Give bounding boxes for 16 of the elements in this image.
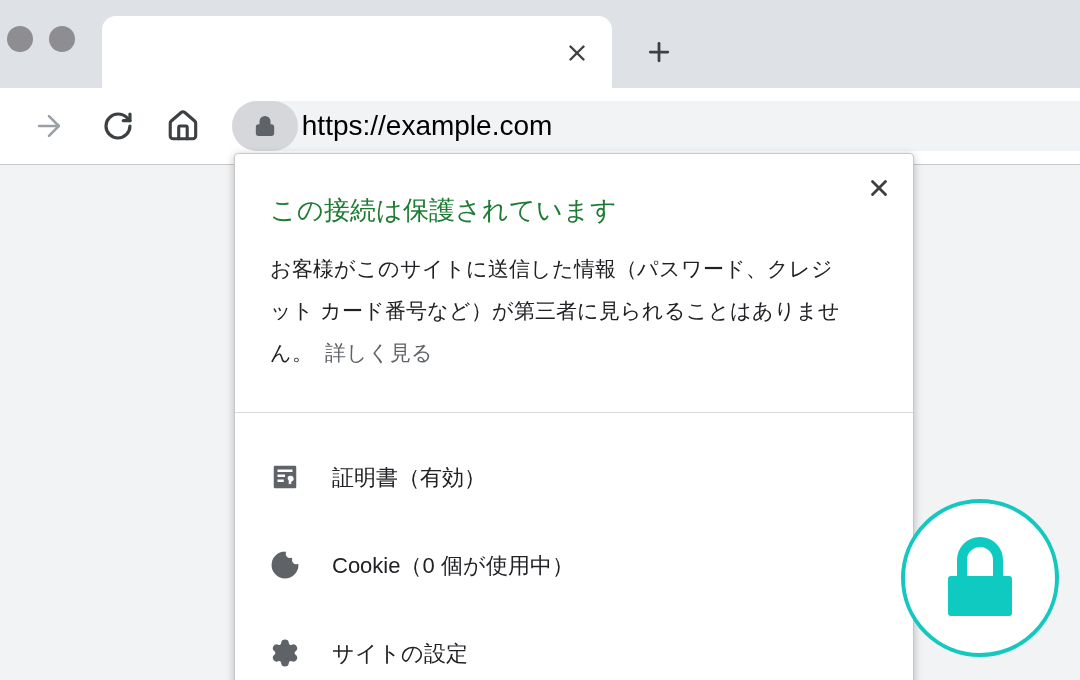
menu-item-label: サイトの設定 xyxy=(332,639,468,668)
security-message: お客様がこのサイトに送信した情報（パスワード、クレジット カード番号など）が第三者に見られることはありません。 詳しく見る xyxy=(270,256,841,366)
popup-menu-item[interactable]: サイトの設定 xyxy=(235,609,484,680)
lock-icon xyxy=(253,115,276,137)
address-bar[interactable]: https://example.com xyxy=(231,101,1080,151)
cookie-icon xyxy=(270,550,300,580)
address-text: https://example.com xyxy=(301,109,553,143)
learn-more-link[interactable]: 詳しく見る xyxy=(325,341,433,364)
lock-icon-button[interactable] xyxy=(231,101,298,151)
menu-item-label: Cookie（0 個が使用中） xyxy=(332,551,574,580)
popup-menu-item[interactable]: Cookie（0 個が使用中） xyxy=(235,521,590,609)
popup-title: この接続は保護されています xyxy=(270,194,618,227)
settings-icon xyxy=(270,638,300,668)
reload-icon[interactable] xyxy=(101,110,134,142)
popup-menu-item[interactable]: 証明書（有効） xyxy=(235,433,502,521)
menu-item-label: 証明書（有効） xyxy=(332,463,486,492)
